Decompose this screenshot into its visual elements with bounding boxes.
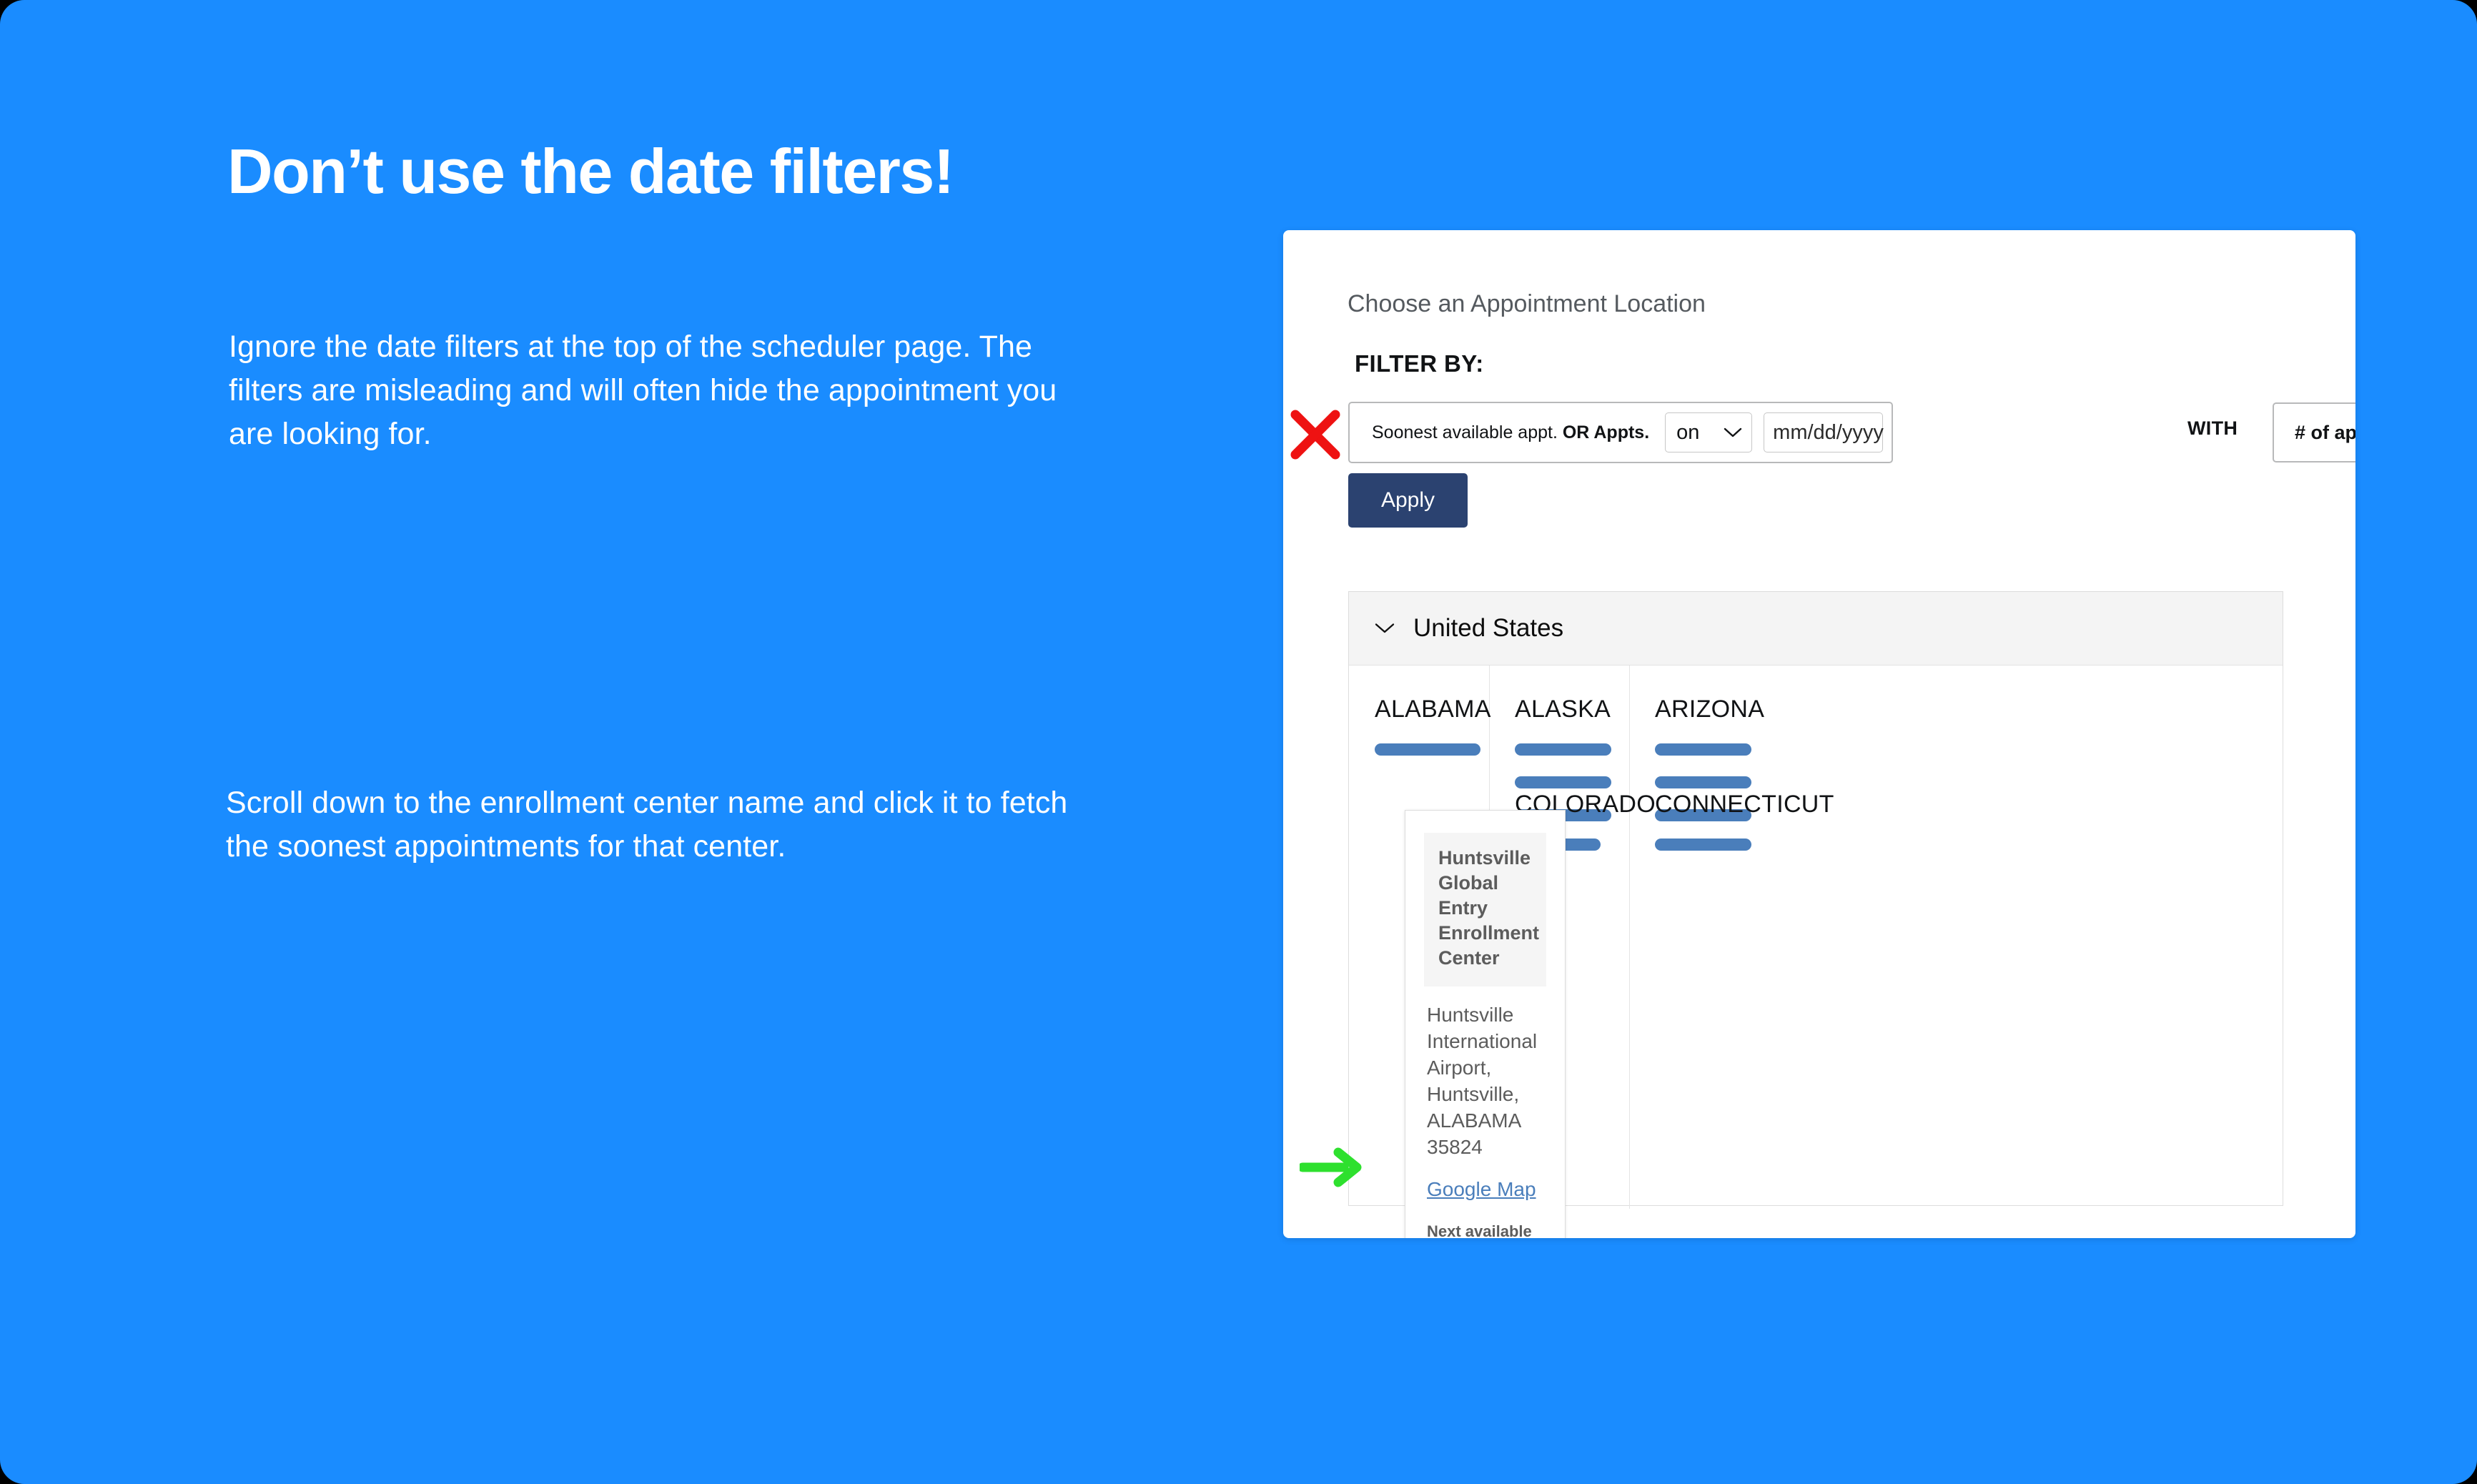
slide-canvas: Don’t use the date filters! Ignore the d… [0,0,2477,1484]
green-arrow-icon [1300,1147,1362,1187]
country-name: United States [1413,614,1564,642]
redacted-location-bar [1655,776,1751,788]
soonest-appt-label-plain: Soonest available appt. [1372,422,1563,442]
operator-select-value: on [1676,420,1700,444]
state-column-alabama: ALABAMA [1375,696,1518,756]
location-card-title-band: Huntsville Global Entry Enrollment Cente… [1424,833,1546,987]
chevron-down-icon [1724,427,1742,437]
num-appts-label: # of appts. [2295,421,2355,443]
redacted-location-bar [1515,743,1611,756]
red-x-icon [1290,410,1340,460]
operator-select[interactable]: on [1665,412,1753,452]
country-accordion-header[interactable]: United States [1349,592,2283,666]
next-available-label: Next available appointment: [1427,1222,1532,1238]
apply-button[interactable]: Apply [1348,473,1468,528]
scheduler-screenshot-panel: Choose an Appointment Location FILTER BY… [1283,230,2355,1238]
location-address: Huntsville International Airport, Huntsv… [1427,1004,1538,1159]
redacted-location-bar [1375,743,1480,756]
location-detail-card: Huntsville Global Entry Enrollment Cente… [1405,810,1566,1238]
redacted-location-bar [1655,839,1751,851]
panel-heading: Choose an Appointment Location [1348,290,1706,317]
instruction-paragraph-2: Scroll down to the enrollment center nam… [226,786,1068,864]
country-section: United States ALABAMA ALASKA ARIZONA COL… [1348,591,2283,1238]
date-filter-group: Soonest available appt. OR Appts. on mm/… [1348,402,1893,463]
soonest-appt-label: Soonest available appt. OR Appts. [1372,422,1649,443]
location-name: Huntsville Global Entry Enrollment Cente… [1438,847,1540,969]
instruction-paragraph-1: Ignore the date filters at the top of th… [229,330,1057,452]
appts-filter-group: # of appts. any [2273,402,2355,462]
with-label: WITH [2187,417,2238,439]
google-map-link[interactable]: Google Map [1427,1178,1536,1201]
or-appts-label: OR Appts. [1562,422,1650,442]
state-name: ALASKA [1515,696,1611,723]
date-input-placeholder: mm/dd/yyyy [1773,420,1884,444]
page-title: Don’t use the date filters! [227,136,954,207]
filter-by-label: FILTER BY: [1355,350,1484,377]
chevron-down-icon [1375,623,1395,633]
state-name: CONNECTICUT [1655,791,1834,818]
state-name: ARIZONA [1655,696,1765,723]
redacted-location-bar [1655,743,1751,756]
date-input[interactable]: mm/dd/yyyy [1764,412,1884,452]
state-column-connecticut: CONNECTICUT [1655,791,1834,851]
redacted-location-bar [1515,776,1611,788]
state-name[interactable]: ALABAMA [1375,696,1518,723]
